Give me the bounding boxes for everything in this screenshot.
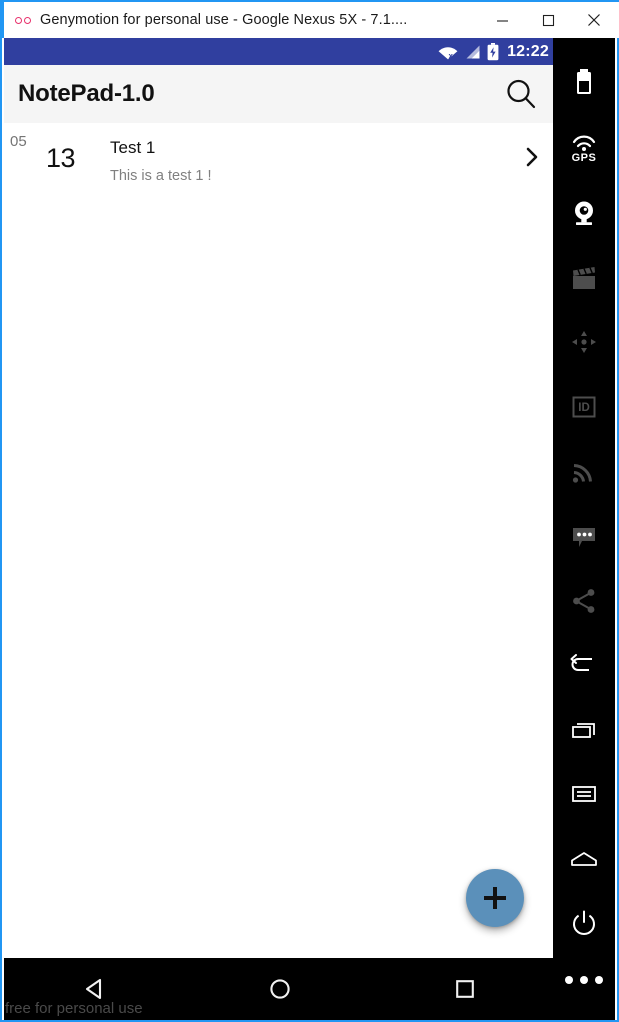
cellular-signal-icon [464,44,481,60]
note-date: 05 13 [4,129,110,181]
window-title-bar: Genymotion for personal use - Google Nex… [2,0,619,38]
menu-tool-button[interactable] [553,762,615,827]
svg-text:x: x [449,51,454,60]
id-badge-icon: ID [572,396,596,418]
signal-waves-icon [572,464,592,484]
gps-tool-button[interactable]: GPS [553,117,615,182]
maximize-button[interactable] [525,2,571,38]
windows-stack-icon [572,722,595,738]
camera-tool-button[interactable] [553,181,615,246]
genymotion-toolbar: GPS ID [553,38,615,1020]
battery-tool-button[interactable] [553,52,615,117]
svg-text:ID: ID [578,402,590,414]
accelerometer-tool-button[interactable] [553,310,615,375]
window-controls [479,2,617,38]
status-bar-clock: 12:22 [507,42,549,60]
page-title: NotePad-1.0 [18,80,155,107]
power-icon [573,910,595,936]
window-title: Genymotion for personal use - Google Nex… [40,12,408,28]
plus-icon-vertical [493,887,497,909]
list-item[interactable]: 05 13 Test 1 This is a test 1 ! [4,123,557,196]
android-status-bar: x 12:22 [4,38,557,65]
dpad-move-icon [572,331,596,354]
genymotion-window: Genymotion for personal use - Google Nex… [0,0,619,1022]
note-day: 13 [46,143,76,173]
more-dots-icon [565,975,603,984]
note-body: Test 1 This is a test 1 ! [110,129,521,185]
gps-icon [572,135,596,152]
circle-home-icon [270,979,291,999]
screencast-tool-button[interactable] [553,246,615,311]
minimize-icon [496,19,508,22]
webcam-icon [575,201,593,226]
back-tool-button[interactable] [553,633,615,698]
note-title: Test 1 [110,138,156,157]
identifiers-tool-button[interactable]: ID [553,375,615,440]
close-button[interactable] [571,2,617,38]
watermark-label: free for personal use [5,1000,143,1017]
share-tool-button[interactable] [553,568,615,633]
home-tool-button[interactable] [553,826,615,891]
note-list: 05 13 Test 1 This is a test 1 ! [4,123,557,196]
network-tool-button[interactable] [553,439,615,504]
square-recents-icon [455,980,474,998]
recents-tool-button[interactable] [553,697,615,762]
triangle-back-icon [86,978,102,1000]
add-note-fab[interactable] [466,869,524,927]
menu-lines-icon [572,786,596,803]
more-tool-button[interactable] [553,955,615,1020]
nav-home-button[interactable] [244,965,316,1013]
search-button[interactable] [499,72,543,116]
device-screen: x 12:22 NotePad-1.0 05 13 Test 1 This is… [4,38,557,958]
power-tool-button[interactable] [553,891,615,956]
genymotion-logo-icon [15,16,31,24]
wifi-no-internet-icon: x [438,44,458,60]
minimize-button[interactable] [479,2,525,38]
home-pentagon-icon [571,851,597,866]
battery-icon [577,69,591,95]
sms-tool-button[interactable] [553,504,615,569]
note-subtitle: This is a test 1 ! [110,168,212,185]
clapperboard-icon [573,266,595,289]
share-nodes-icon [573,588,595,613]
close-icon [588,14,600,26]
search-icon [507,79,536,109]
note-month: 05 [10,133,27,150]
battery-charging-icon [487,42,499,61]
nav-recents-button[interactable] [429,965,501,1013]
chevron-right-icon[interactable] [521,146,543,168]
app-bar: NotePad-1.0 [4,65,557,123]
maximize-icon [542,14,554,26]
back-arrow-icon [570,654,592,672]
chat-bubble-icon [573,527,595,547]
gps-tool-label: GPS [571,152,597,165]
